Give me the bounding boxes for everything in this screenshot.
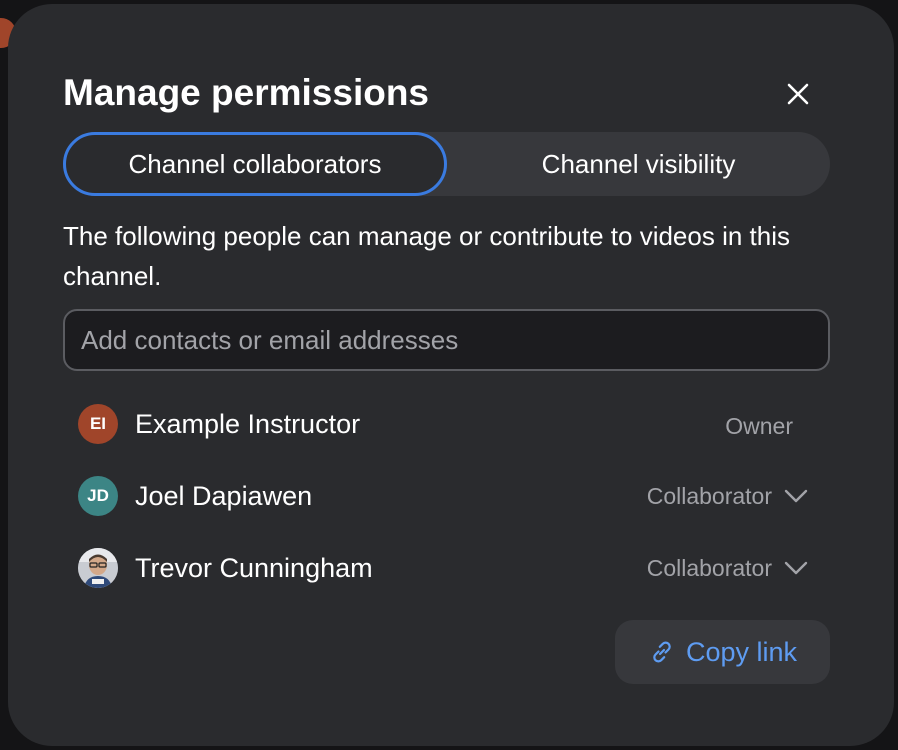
chevron-down-icon [784,488,808,504]
role-label: Owner [725,413,793,439]
chevron-down-icon [784,560,808,576]
role-dropdown-label: Collaborator [646,554,772,581]
role-dropdown[interactable]: Collaborator [647,478,808,514]
tab-channel-visibility[interactable]: Channel visibility [447,132,830,196]
avatar-photo [78,548,118,588]
person-name: Trevor Cunningham [135,553,373,583]
copy-link-label: Copy link [685,636,798,667]
manage-permissions-dialog: Manage permissions Channel collaborators… [8,4,894,746]
collaborators-description: The following people can manage or contr… [63,221,790,291]
copy-link-button[interactable]: Copy link [615,620,830,684]
person-name: Example Instructor [135,409,361,439]
close-button[interactable] [778,74,818,114]
permission-tabs: Channel collaborators Channel visibility [63,132,830,196]
close-icon [787,83,809,105]
add-contacts-field[interactable] [63,309,830,371]
person-row-example-instructor: EI Example Instructor Owner [78,402,808,446]
dialog-title: Manage permissions [63,72,430,113]
tab-channel-collaborators[interactable]: Channel collaborators [63,132,447,196]
person-name: Joel Dapiawen [135,481,313,511]
person-row-joel-dapiawen: JD Joel Dapiawen Collaborator [78,474,808,518]
person-row-trevor-cunningham: Trevor Cunningham Collaborator [78,546,808,590]
role-dropdown-label: Collaborator [646,482,772,509]
avatar: EI [78,404,118,444]
role-dropdown[interactable]: Collaborator [647,550,808,586]
add-contacts-input[interactable] [65,311,828,369]
link-icon [648,638,676,666]
avatar: JD [78,476,118,516]
